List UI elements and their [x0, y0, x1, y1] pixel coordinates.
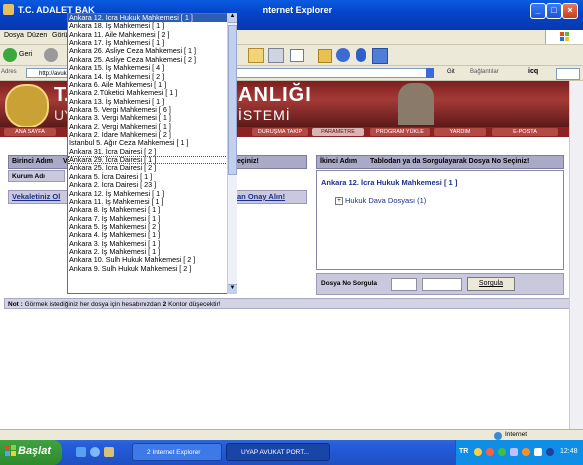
dropdown-scrollbar[interactable]: ▲ ▼ [227, 13, 237, 294]
scroll-down-icon[interactable]: ▼ [228, 284, 237, 294]
maximize-button[interactable]: □ [546, 3, 562, 19]
back-button-label[interactable]: Geri [19, 51, 32, 58]
case-number-input[interactable] [422, 278, 462, 291]
selected-court-title: Ankara 12. İcra Hukuk Mahkemesi [ 1 ] [321, 178, 458, 187]
nav-hearing-tracking[interactable]: DURUŞMA TAKİP [252, 128, 308, 136]
ie-window-icon [3, 4, 14, 15]
step-two-instruction: Tablodan ya da Sorgulayarak Dosya No Seç… [370, 158, 530, 165]
nav-parameters[interactable]: PARAMETRE [312, 128, 364, 136]
go-button[interactable]: Git [447, 69, 455, 75]
step-one-label: Birinci Adım [12, 158, 53, 165]
clock: 12:48 [560, 448, 578, 455]
query-button[interactable]: Sorgula [467, 277, 515, 291]
power-of-attorney-link[interactable]: Vekaletiniz Ol [12, 192, 60, 201]
nav-email[interactable]: E-POSTA [492, 128, 558, 136]
nav-help[interactable]: YARDIM [434, 128, 486, 136]
start-button[interactable]: Başlat [0, 440, 62, 465]
note-prefix: Not : [8, 301, 23, 308]
banner-subtitle-part2: İSTEMİ [238, 107, 291, 123]
icq-label[interactable]: icq [528, 68, 538, 75]
case-query-label: Dosya No Sorgula [321, 280, 377, 287]
forward-arrow-icon[interactable] [44, 48, 58, 62]
windows-flag-icon [5, 445, 16, 456]
windows-logo-icon [545, 30, 583, 44]
close-button[interactable]: × [562, 3, 578, 19]
tool-icon[interactable] [372, 48, 388, 64]
right-panel-header: İkinci Adım Tablodan ya da Sorgulayarak … [316, 155, 564, 169]
tray-icon-4[interactable] [510, 448, 518, 456]
internet-zone-label: Internet [505, 431, 528, 438]
taskbar-item-uyap[interactable]: UYAP AVUKAT PORT... [226, 443, 330, 461]
internet-zone-icon [494, 432, 502, 440]
court-option[interactable]: Ankara 9. Sulh Hukuk Mahkemesi [ 2 ] [68, 264, 236, 273]
menu-edit[interactable]: Düzen [27, 32, 47, 39]
bluetooth-icon[interactable] [356, 48, 366, 62]
case-query-bar: Dosya No Sorgula Sorgula [316, 273, 564, 295]
note-bar: Not : Görmek istediğiniz her dosya için … [4, 298, 579, 309]
nav-program-download[interactable]: PROGRAM YÜKLE [370, 128, 430, 136]
step-two-label: İkinci Adım [320, 158, 358, 165]
ataturk-portrait-image [398, 83, 434, 125]
icq-input[interactable] [556, 68, 580, 80]
quicklaunch-icon[interactable] [76, 447, 86, 457]
page-scrollbar[interactable] [569, 81, 583, 429]
quicklaunch-ie-icon[interactable] [90, 447, 100, 457]
civil-case-tree-item[interactable]: Hukuk Dava Dosyası (1) [345, 196, 426, 205]
note-text-after: Kontor düşecektir! [166, 301, 221, 308]
quicklaunch-desktop-icon[interactable] [104, 447, 114, 457]
folder-icon[interactable] [318, 49, 332, 63]
language-indicator[interactable]: TR [459, 448, 468, 455]
tray-icon-3[interactable] [498, 448, 506, 456]
volume-icon[interactable] [546, 448, 554, 456]
window-title-right: nternet Explorer [262, 5, 333, 15]
mail-icon[interactable] [248, 48, 264, 63]
tray-icon-1[interactable] [474, 448, 482, 456]
banner-title-part2: ANLIĞI [238, 84, 312, 106]
institution-name-label: Kurum Adı [8, 170, 65, 182]
minimize-button[interactable]: _ [530, 3, 546, 19]
tray-icon-5[interactable] [522, 448, 530, 456]
taskbar-item-ie[interactable]: 2 Internet Explorer [132, 443, 222, 461]
scroll-thumb[interactable] [228, 25, 237, 175]
note-text-before: Görmek istediğiniz her dosya için hesabı… [22, 301, 163, 308]
case-tree-panel: Ankara 12. İcra Hukuk Mahkemesi [ 1 ] + … [316, 170, 564, 270]
address-dropdown-icon[interactable] [426, 68, 434, 78]
court-select-dropdown-list[interactable]: Ankara 12. İcra Hukuk Mahkemesi [ 1 ] Ank… [67, 13, 237, 294]
links-label[interactable]: Bağlantılar [470, 69, 499, 75]
messenger-icon[interactable] [336, 48, 350, 62]
tray-icon-2[interactable] [486, 448, 494, 456]
scroll-up-icon[interactable]: ▲ [228, 13, 237, 23]
edit-icon[interactable] [290, 49, 304, 62]
ministry-emblem-logo [5, 84, 49, 128]
step-one-header-tail: eçiniz! [237, 158, 259, 165]
back-arrow-icon[interactable] [3, 48, 17, 62]
print-icon[interactable] [268, 48, 284, 63]
menu-file[interactable]: Dosya [4, 32, 24, 39]
nav-home[interactable]: ANA SAYFA [4, 128, 56, 136]
get-approval-link[interactable]: an Onay Alın! [237, 192, 285, 201]
system-tray: TR 12:48 [455, 440, 583, 465]
tray-icon-6[interactable] [534, 448, 542, 456]
tree-expand-icon[interactable]: + [335, 197, 343, 205]
menu-view[interactable]: Görü [52, 32, 68, 39]
start-label: Başlat [18, 445, 52, 457]
address-label: Adres [1, 69, 17, 75]
case-year-input[interactable] [391, 278, 417, 291]
